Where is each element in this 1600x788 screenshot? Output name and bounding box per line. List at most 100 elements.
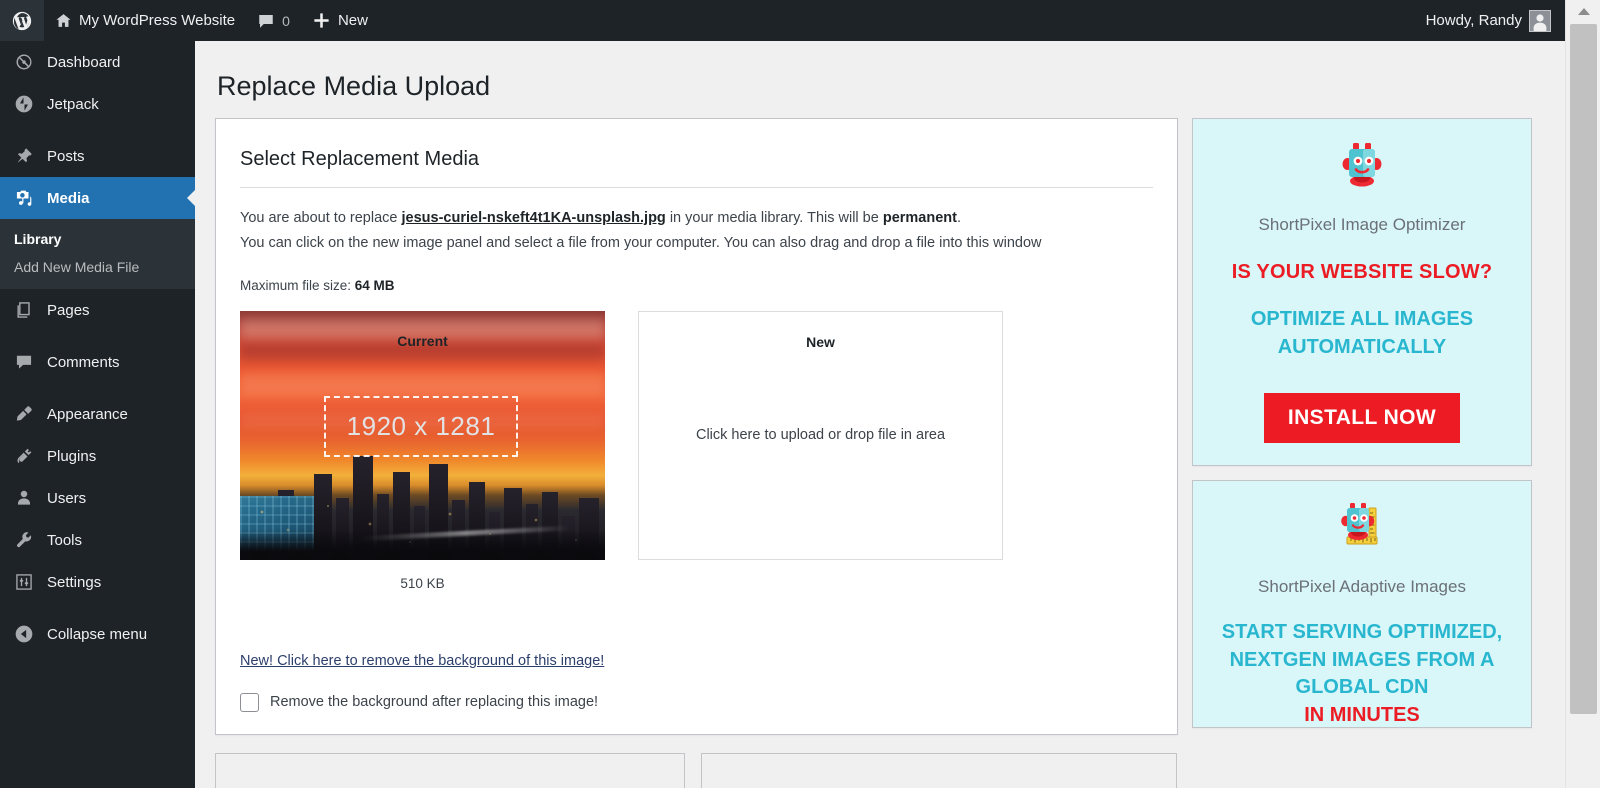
menu-separator: [0, 331, 195, 341]
plus-icon: [314, 13, 329, 28]
wordpress-logo-icon: [12, 11, 32, 30]
new-file-dropzone[interactable]: New Click here to upload or drop file in…: [638, 310, 1003, 560]
cloud-band: [240, 372, 605, 395]
pages-stack-icon: [14, 300, 34, 320]
two-column-layout: Select Replacement Media You are about t…: [215, 118, 1545, 788]
dashboard-gauge-icon: [14, 52, 34, 72]
howdy-label: Howdy, Randy: [1425, 12, 1522, 29]
account-menu[interactable]: Howdy, Randy: [1415, 0, 1565, 41]
max-file-size-label: Maximum file size:: [240, 277, 355, 293]
remove-background-checkbox-label[interactable]: Remove the background after replacing th…: [270, 694, 598, 710]
current-dimensions: 1920 x 1281: [346, 410, 496, 441]
submenu-item-label: Add New Media File: [14, 259, 140, 275]
sidebar-item-comments[interactable]: Comments: [0, 341, 195, 383]
home-icon: [56, 14, 71, 27]
ad-product-name: ShortPixel Adaptive Images: [1258, 577, 1466, 597]
box-title: Select Replacement Media: [240, 145, 1153, 189]
intro-paragraph: You are about to replace jesus-curiel-ns…: [240, 206, 1140, 256]
wordpress-logo-menu[interactable]: [0, 0, 44, 41]
sidebar-item-label: Media: [47, 189, 90, 207]
shortpixel-robot-icon: [1342, 143, 1382, 187]
intro-middle: in your media library. This will be: [665, 210, 883, 227]
robot-ruler-icon-wrap: [1207, 497, 1517, 559]
intro-suffix: .: [956, 210, 962, 227]
media-camera-music-icon: [14, 188, 34, 208]
sidebar-item-label: Collapse menu: [47, 625, 148, 643]
sidebar-item-label: Settings: [47, 573, 102, 591]
sidebar-item-label: Plugins: [47, 447, 97, 465]
target-filename: jesus-curiel-nskeft4t1KA-unsplash.jpg: [401, 210, 666, 227]
comment-count: 0: [282, 12, 290, 29]
new-label: New: [337, 12, 368, 29]
current-media-column: Current 1920 x 1281 510 KB: [240, 310, 605, 591]
menu-separator: [0, 125, 195, 135]
main-column: Select Replacement Media You are about t…: [215, 118, 1178, 788]
ad-shortpixel-adaptive-images[interactable]: ShortPixel Adaptive Images START SERVING…: [1192, 480, 1532, 729]
current-label: Current: [397, 332, 448, 349]
plug-icon: [14, 446, 34, 466]
intro-permanent: permanent: [882, 210, 957, 227]
sidebar-item-label: Users: [47, 489, 87, 507]
new-label: New: [806, 333, 835, 350]
page-title: Replace Media Upload: [217, 71, 491, 101]
admin-sidebar-menu: Dashboard Jetpack Posts Media Library Ad…: [0, 41, 195, 788]
lower-postbox-right[interactable]: [701, 752, 1177, 788]
pushpin-icon: [14, 146, 34, 166]
paintbrush-icon: [14, 404, 34, 424]
comment-bubble-icon: [259, 14, 273, 28]
sidebar-item-label: Jetpack: [47, 95, 99, 113]
sidebar-item-appearance[interactable]: Appearance: [0, 393, 195, 435]
submenu-item-label: Library: [14, 231, 62, 247]
sidebar-item-label: Dashboard: [47, 53, 121, 71]
shortpixel-robot-ruler-icon: [1341, 503, 1378, 545]
sidebar-item-posts[interactable]: Posts: [0, 135, 195, 177]
ad-subline: OPTIMIZE ALL IMAGES AUTOMATICALLY: [1250, 308, 1474, 358]
comments-menu[interactable]: 0: [246, 0, 301, 41]
page-scrollbar[interactable]: [1565, 0, 1600, 788]
sidebar-item-users[interactable]: Users: [0, 477, 195, 519]
sidebar-item-dashboard[interactable]: Dashboard: [0, 41, 195, 83]
intro-line-2: You can click on the new image panel and…: [240, 235, 1042, 252]
submenu-item-add-new-media-file[interactable]: Add New Media File: [0, 253, 195, 281]
robot-icon-wrap: [1207, 135, 1517, 197]
collapse-arrow-icon: [14, 624, 34, 644]
ad-shortpixel-image-optimizer[interactable]: ShortPixel Image Optimizer IS YOUR WEBSI…: [1192, 118, 1532, 467]
current-filesize: 510 KB: [400, 575, 445, 591]
media-submenu: Library Add New Media File: [0, 219, 195, 289]
admin-bar: My WordPress Website 0 New Howdy, Randy: [0, 0, 1565, 41]
scrollbar-thumb[interactable]: [1570, 24, 1597, 714]
sidebar-item-media[interactable]: Media: [0, 177, 195, 219]
sidebar-item-label: Appearance: [47, 405, 128, 423]
remove-background-checkbox[interactable]: [240, 692, 259, 712]
sidebar-item-settings[interactable]: Settings: [0, 561, 195, 603]
sidebar-item-jetpack[interactable]: Jetpack: [0, 83, 195, 125]
sidebar-item-pages[interactable]: Pages: [0, 289, 195, 331]
submenu-item-library[interactable]: Library: [0, 225, 195, 253]
site-name-menu[interactable]: My WordPress Website: [44, 0, 246, 41]
jetpack-bolt-icon: [14, 94, 34, 114]
replace-media-postbox: Select Replacement Media You are about t…: [215, 118, 1178, 735]
sidebar-item-plugins[interactable]: Plugins: [0, 435, 195, 477]
user-avatar-icon: [1533, 13, 1547, 31]
avatar: [1529, 9, 1551, 32]
postbox-inner: Select Replacement Media You are about t…: [216, 119, 1177, 734]
lower-postbox-row: [215, 752, 1178, 788]
ad-footer-red: IN MINUTES: [1304, 704, 1420, 727]
preview-panels: Current 1920 x 1281 510 KB New Click her…: [240, 310, 1153, 591]
install-now-button[interactable]: INSTALL NOW: [1263, 393, 1461, 444]
lower-postbox-left[interactable]: [215, 752, 685, 788]
remove-background-checkbox-row: Remove the background after replacing th…: [240, 692, 1153, 712]
current-image-thumbnail[interactable]: Current 1920 x 1281: [240, 310, 605, 560]
ad-product-name: ShortPixel Image Optimizer: [1258, 215, 1466, 235]
sidebar-item-label: Pages: [47, 301, 90, 319]
triangle-up-icon[interactable]: [1566, 0, 1600, 22]
ad-subline: START SERVING OPTIMIZED, NEXTGEN IMAGES …: [1221, 621, 1503, 699]
sidebar-item-collapse-menu[interactable]: Collapse menu: [0, 613, 195, 655]
sidebar-item-label: Posts: [47, 147, 85, 165]
new-content-menu[interactable]: New: [301, 0, 379, 41]
remove-background-link[interactable]: New! Click here to remove the background…: [240, 653, 604, 669]
wrench-icon: [14, 530, 34, 550]
sidebar-item-label: Comments: [47, 353, 120, 371]
dimensions-overlay: 1920 x 1281: [324, 395, 518, 457]
sidebar-item-tools[interactable]: Tools: [0, 519, 195, 561]
